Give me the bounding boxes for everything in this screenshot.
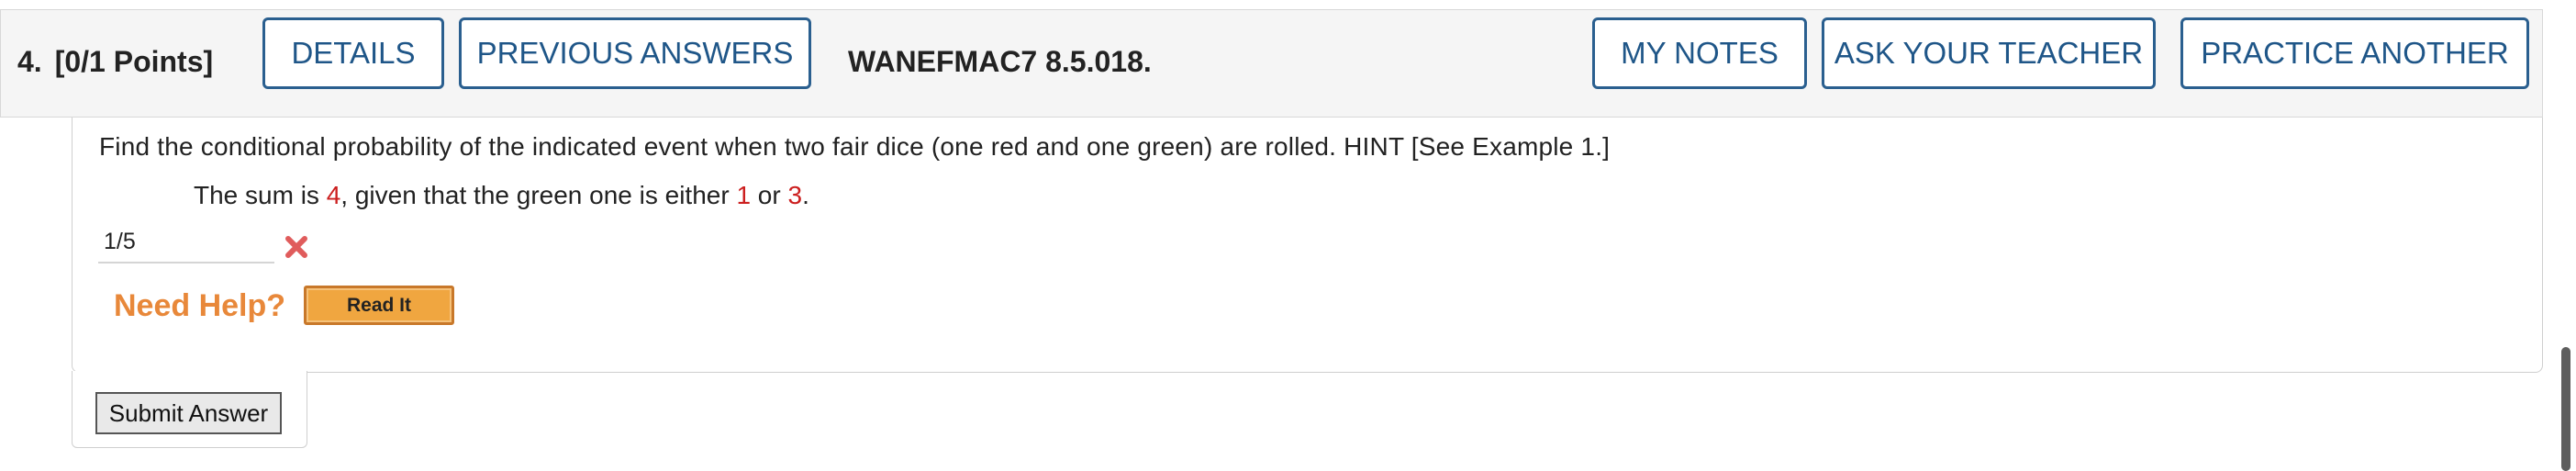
my-notes-button[interactable]: MY NOTES [1592, 17, 1807, 89]
previous-answers-button[interactable]: PREVIOUS ANSWERS [459, 17, 811, 89]
need-help-label: Need Help? [114, 288, 286, 323]
sum-value: 4 [326, 181, 341, 209]
practice-another-button[interactable]: PRACTICE ANOTHER [2180, 17, 2529, 89]
green-value-1: 1 [736, 181, 752, 209]
sub-question-text-2: , given that the green one is either [340, 181, 737, 209]
sub-question: The sum is 4, given that the green one i… [194, 181, 809, 210]
ask-your-teacher-button[interactable]: ASK YOUR TEACHER [1822, 17, 2156, 89]
question-number-label: 4. [17, 45, 42, 78]
answer-input[interactable] [98, 222, 274, 264]
green-value-2: 3 [787, 181, 803, 209]
details-button[interactable]: DETAILS [262, 17, 444, 89]
submit-answer-button[interactable]: Submit Answer [95, 392, 282, 434]
sub-question-text-1: The sum is [194, 181, 327, 209]
read-it-button[interactable]: Read It [304, 286, 454, 325]
question-code: WANEFMAC7 8.5.018. [848, 45, 1152, 78]
points-label: [0/1 Points] [54, 45, 214, 78]
sub-question-text-4: . [802, 181, 809, 209]
question-text: Find the conditional probability of the … [99, 132, 1611, 161]
sub-question-text-3: or [751, 181, 788, 209]
page-scrollbar[interactable] [2561, 347, 2570, 471]
question-number: 4. [0/1 Points] [17, 45, 213, 79]
wrong-x-icon [285, 236, 307, 258]
